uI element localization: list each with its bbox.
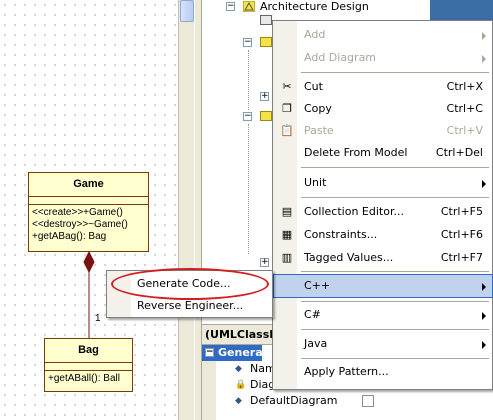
menu-item-label: Apply Pattern...: [304, 365, 389, 378]
menu-item-java[interactable]: Java: [274, 333, 492, 355]
menu-item-add[interactable]: Add: [274, 24, 492, 46]
menu-item-shortcut: Ctrl+F7: [440, 251, 483, 264]
menu-item-label: C++: [304, 279, 331, 292]
lock-icon: 🔒: [235, 380, 247, 390]
tree-expand-toggle[interactable]: +: [260, 92, 269, 101]
panel-splitter[interactable]: [194, 0, 202, 420]
tree-item-label: Architecture Design: [260, 0, 369, 13]
menu-item-paste[interactable]: 📋 Paste Ctrl+V: [274, 120, 492, 142]
paste-icon: 📋: [280, 124, 294, 137]
diagram-vertical-scrollbar[interactable]: [178, 0, 194, 420]
properties-group-general[interactable]: − General: [202, 345, 266, 361]
menu-separator: [301, 72, 489, 73]
uml-class-bag[interactable]: Bag +getABall(): Ball: [44, 338, 133, 392]
submenu-arrow-icon: [482, 180, 486, 188]
scrollbar-thumb[interactable]: [180, 0, 194, 22]
tree-guide-line: [248, 124, 249, 254]
tagged-values-icon: ▥: [281, 251, 293, 264]
property-name: DefaultDiagram: [250, 394, 338, 407]
folder-triangle-icon: [243, 1, 255, 12]
menu-item-collection-editor[interactable]: ▤ Collection Editor... Ctrl+F5: [274, 201, 492, 223]
menu-item-label: Constraints...: [304, 228, 378, 241]
property-diamond-icon: ◆: [235, 396, 242, 406]
menu-item-label: Delete From Model: [304, 146, 408, 159]
submenu-arrow-icon: [482, 312, 486, 320]
menu-item-label: Unit: [304, 176, 327, 189]
constraints-icon: ▦: [281, 228, 293, 241]
menu-item-label: Add Diagram: [304, 51, 377, 64]
tree-expand-toggle[interactable]: +: [260, 258, 269, 267]
menu-item-label: Tagged Values...: [304, 251, 394, 264]
menu-item-delete-from-model[interactable]: Delete From Model Ctrl+Del: [274, 142, 492, 164]
properties-group-label: General: [218, 346, 267, 359]
submenu-arrow-icon: [482, 55, 486, 63]
collection-editor-icon: ▤: [281, 205, 293, 218]
menu-item-cut[interactable]: ✂ Cut Ctrl+X: [274, 76, 492, 98]
package-icon: [260, 111, 272, 121]
diagram-canvas[interactable]: Game <<create>>+Game() <<destroy>>~Game(…: [0, 0, 178, 420]
menu-item-constraints[interactable]: ▦ Constraints... Ctrl+F6: [274, 224, 492, 246]
menu-item-csharp[interactable]: C#: [274, 304, 492, 326]
group-collapse-toggle[interactable]: −: [205, 348, 214, 357]
menu-separator: [301, 167, 489, 168]
class-operation: +getABall(): Ball: [48, 373, 120, 384]
tree-item-architecture-design[interactable]: Architecture Design: [202, 0, 430, 14]
default-diagram-checkbox[interactable]: [362, 395, 374, 407]
property-row-defaultdiagram[interactable]: ◆ DefaultDiagram: [202, 393, 493, 409]
scissors-icon: ✂: [282, 80, 292, 93]
submenu-arrow-icon: [482, 283, 486, 291]
class-name: Bag: [45, 339, 132, 363]
menu-item-shortcut: Ctrl+F5: [440, 205, 483, 218]
menu-item-shortcut: Ctrl+F6: [440, 228, 483, 241]
menu-item-label: Copy: [304, 102, 332, 115]
menu-item-shortcut: Ctrl+X: [446, 80, 483, 93]
cpp-submenu[interactable]: Generate Code... Reverse Engineer...: [106, 270, 273, 318]
package-icon: [260, 37, 272, 47]
menu-item-label: Java: [304, 337, 328, 350]
menu-item-copy[interactable]: ❐ Copy Ctrl+C: [274, 98, 492, 120]
menu-separator: [301, 329, 489, 330]
property-diamond-icon: ◆: [235, 364, 242, 374]
menu-item-add-diagram[interactable]: Add Diagram: [274, 47, 492, 69]
diagram-icon: [260, 15, 272, 25]
menu-separator: [301, 358, 489, 359]
context-menu[interactable]: Add Add Diagram ✂ Cut Ctrl+X ❐ Copy Ctrl…: [272, 20, 493, 390]
menu-item-shortcut: Ctrl+Del: [435, 146, 483, 159]
menu-item-cpp[interactable]: C++: [273, 274, 493, 298]
submenu-item-reverse-engineer[interactable]: Reverse Engineer...: [137, 296, 243, 316]
composition-diamond: [83, 250, 95, 274]
multiplicity-label: 1: [95, 313, 101, 324]
menu-separator: [301, 301, 489, 302]
menu-separator: [301, 271, 489, 272]
menu-item-label: Collection Editor...: [304, 205, 404, 218]
menu-item-apply-pattern[interactable]: Apply Pattern...: [274, 361, 492, 383]
submenu-item-generate-code[interactable]: Generate Code...: [137, 274, 231, 294]
tree-collapse-toggle[interactable]: −: [243, 112, 252, 121]
menu-item-label: Add: [304, 28, 326, 41]
menu-item-shortcut: Ctrl+V: [446, 124, 483, 137]
submenu-arrow-icon: [482, 32, 486, 40]
tree-collapse-toggle[interactable]: −: [243, 38, 252, 47]
tree-guide-line: [248, 50, 249, 110]
class-operations: +getABall(): Ball: [45, 371, 132, 387]
menu-item-label: C#: [304, 308, 321, 321]
menu-separator: [301, 197, 489, 198]
menu-item-shortcut: Ctrl+C: [446, 102, 483, 115]
menu-item-label: Paste: [304, 124, 334, 137]
menu-icon-gutter: [107, 271, 131, 317]
class-attributes: [45, 363, 132, 371]
menu-item-unit[interactable]: Unit: [274, 172, 492, 194]
menu-item-tagged-values[interactable]: ▥ Tagged Values... Ctrl+F7: [274, 247, 492, 269]
menu-item-label: Cut: [304, 80, 323, 93]
submenu-arrow-icon: [482, 341, 486, 349]
copy-icon: ❐: [282, 102, 292, 115]
